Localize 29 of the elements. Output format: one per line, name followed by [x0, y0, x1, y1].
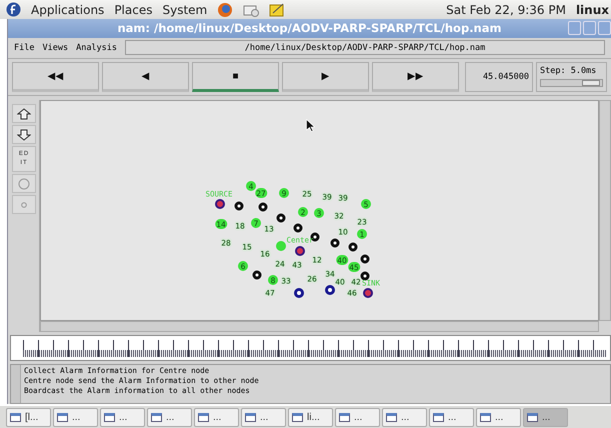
playback-button[interactable]: ■	[192, 62, 279, 92]
window-title: nam: /home/linux/Desktop/AODV-PARP-SPARP/TCL/hop.nam	[117, 21, 502, 36]
taskbar-button[interactable]: [l...	[6, 408, 51, 426]
playback-button[interactable]: ◀	[102, 62, 189, 92]
taskbar-button[interactable]: ...	[476, 408, 521, 426]
taskbar-button[interactable]: ...	[100, 408, 145, 426]
user-name[interactable]: linux	[576, 2, 609, 16]
taskbar-button[interactable]: ...	[241, 408, 286, 426]
time-display: 45.045000	[465, 62, 533, 92]
taskbar-button[interactable]: ...	[147, 408, 192, 426]
panel-menu[interactable]: Places	[114, 2, 152, 16]
menu-item[interactable]: Views	[42, 42, 68, 53]
panel-menu[interactable]: System	[162, 2, 208, 16]
taskbar-button[interactable]: ...	[53, 408, 98, 426]
taskbar-button[interactable]: ...	[523, 408, 568, 426]
taskbar-button[interactable]: ...	[335, 408, 380, 426]
panel-menu[interactable]: Applications	[31, 2, 104, 16]
file-path-field: /home/linux/Desktop/AODV-PARP-SPARP/TCL/hop.nam	[125, 40, 605, 56]
taskbar-button[interactable]: ...	[194, 408, 239, 426]
playback-button[interactable]: ◀◀	[12, 62, 99, 92]
menu-item[interactable]: Analysis	[76, 42, 118, 53]
taskbar-button[interactable]: ...	[382, 408, 427, 426]
playback-button[interactable]: ▶▶	[372, 62, 459, 92]
taskbar-button[interactable]: li...	[288, 408, 333, 426]
menu-item[interactable]: File	[14, 42, 34, 53]
step-label: Step: 5.0ms	[540, 66, 598, 76]
playback-button[interactable]: ▶	[282, 62, 369, 92]
clock[interactable]: Sat Feb 22, 9:36 PM	[446, 2, 566, 16]
taskbar-button[interactable]: ...	[429, 408, 474, 426]
